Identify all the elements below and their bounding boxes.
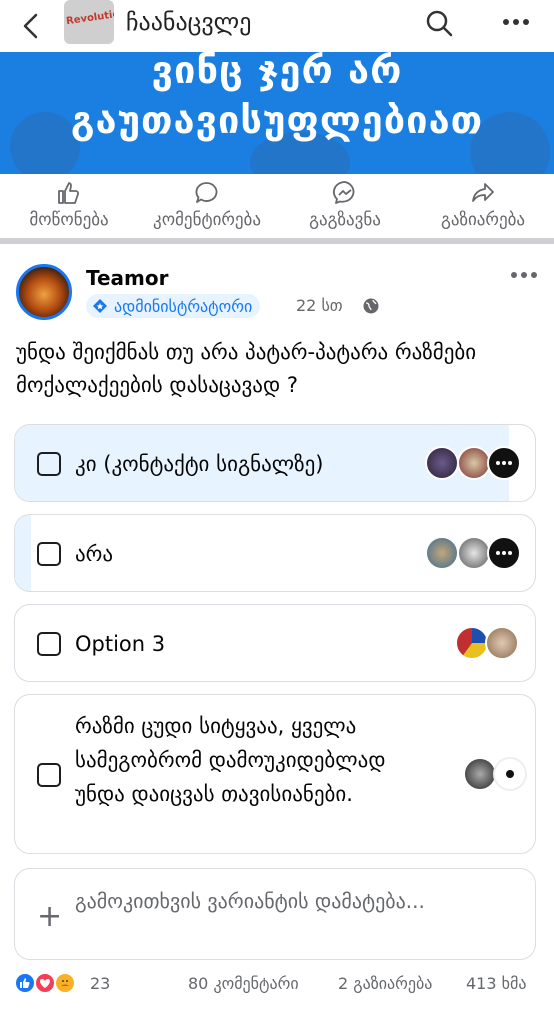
poll-option-fill	[15, 515, 31, 591]
search-icon[interactable]	[424, 8, 454, 38]
admin-badge-label: ადმინისტრატორი	[114, 296, 253, 316]
back-arrow-icon[interactable]	[16, 10, 48, 42]
voter-avatar	[425, 446, 459, 480]
share-label: გაზიარება	[440, 210, 526, 230]
comment-button[interactable]: კომენტირება	[138, 180, 276, 230]
post-stats: 23 80 კომენტარი 2 გაზიარება 413 ხმა	[0, 970, 554, 1000]
dot-icon	[506, 770, 514, 778]
poll-option[interactable]: არა	[14, 514, 536, 592]
poll-option[interactable]: რაზმი ცუდი სიტყვაა, ყველა სამეგობრომ დამ…	[14, 694, 536, 854]
ellipsis-icon	[496, 551, 512, 555]
comment-label: კომენტირება	[153, 210, 261, 230]
poll-option-checkbox[interactable]	[37, 632, 61, 656]
more-options-icon[interactable]	[500, 12, 532, 32]
group-thumbnail[interactable]: Revolution	[64, 0, 114, 44]
more-voters-avatar	[487, 536, 521, 570]
top-bar: Revolution ჩაანაცვლე	[0, 0, 554, 52]
poll-option-checkbox[interactable]	[37, 452, 61, 476]
voter-avatar	[457, 536, 491, 570]
heart-icon	[40, 979, 50, 988]
globe-icon	[363, 298, 379, 314]
poll-option-label: არა	[75, 542, 114, 566]
voter-avatar	[455, 626, 489, 660]
like-reaction-icon[interactable]	[14, 972, 36, 994]
author-name[interactable]: Teamor	[86, 266, 169, 290]
voter-avatar	[457, 446, 491, 480]
group-name[interactable]: ჩაანაცვლე	[126, 8, 251, 36]
love-reaction-icon[interactable]	[34, 972, 56, 994]
hug-icon	[61, 980, 69, 986]
comments-count[interactable]: 80 კომენტარი	[188, 974, 299, 993]
section-divider	[0, 238, 554, 244]
voter-avatar	[493, 757, 527, 791]
post-more-icon[interactable]	[508, 266, 540, 284]
poll-option-label: რაზმი ცუდი სიტყვაა, ყველა სამეგობრომ დამ…	[75, 714, 386, 806]
post-text: უნდა შეიქმნას თუ არა პატარ-პატარა რაზმებ…	[16, 340, 477, 397]
thumbs-up-icon	[58, 182, 79, 204]
messenger-icon	[332, 181, 355, 204]
shares-count[interactable]: 2 გაზიარება	[338, 974, 432, 993]
author-avatar[interactable]	[16, 264, 72, 320]
share-button[interactable]: გაზიარება	[414, 180, 552, 230]
send-button[interactable]: გაგზავნა	[276, 180, 414, 230]
group-thumbnail-label: Revolution	[65, 7, 114, 28]
views-count[interactable]: 413 ხმა	[466, 974, 526, 993]
plus-icon: +	[37, 899, 63, 934]
banner-line-2: გაუთავისუფლებიათ	[70, 98, 484, 142]
like-button[interactable]: მოწონება	[0, 180, 138, 230]
poll-option[interactable]: Option 3	[14, 604, 536, 682]
poll-option-checkbox[interactable]	[37, 763, 61, 787]
poll-option[interactable]: კი (კონტაქტი სიგნალზე)	[14, 424, 536, 502]
share-icon	[472, 183, 494, 202]
poll-option-label: კი (კონტაქტი სიგნალზე)	[75, 452, 324, 476]
voter-avatar	[425, 536, 459, 570]
add-poll-option-button[interactable]: + გამოკითხვის ვარიანტის დამატება...	[14, 868, 536, 960]
poll-option-checkbox[interactable]	[37, 542, 61, 566]
banner-line-1: ვინც ჯერ არ	[151, 52, 403, 92]
add-poll-option-label: გამოკითხვის ვარიანტის დამატება...	[75, 889, 425, 913]
voter-avatar	[463, 757, 497, 791]
reactions-count[interactable]: 23	[90, 974, 110, 993]
care-reaction-icon[interactable]	[54, 972, 76, 994]
like-label: მოწონება	[29, 210, 109, 230]
admin-badge: ადმინისტრატორი	[86, 294, 261, 318]
cover-image: ვინც ჯერ არ გაუთავისუფლებიათ	[0, 52, 554, 174]
admin-shield-icon	[93, 299, 107, 313]
post-action-bar: მოწონება კომენტირება გაგზავნა გაზიარება	[0, 174, 554, 238]
comment-icon	[195, 182, 218, 203]
voter-avatar	[485, 626, 519, 660]
thumb-icon	[20, 978, 30, 988]
ellipsis-icon	[496, 461, 512, 465]
more-voters-avatar	[487, 446, 521, 480]
post-timestamp[interactable]: 22 სთ	[296, 296, 343, 315]
send-label: გაგზავნა	[309, 210, 381, 230]
poll-option-label: Option 3	[75, 632, 166, 656]
